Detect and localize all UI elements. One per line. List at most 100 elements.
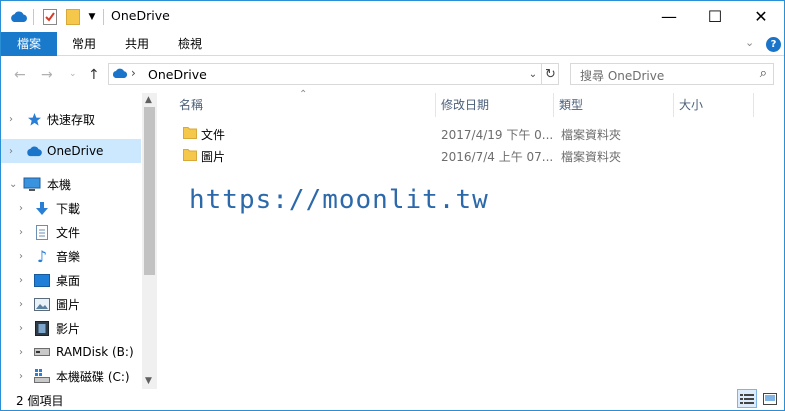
item-count: 2 個項目 (16, 394, 64, 408)
sidebar-item-label: 本機磁碟 (C:) (56, 369, 130, 384)
close-button[interactable]: ✕ (738, 1, 784, 32)
sidebar-item-label: 本機 (47, 177, 72, 192)
expand-chevron-icon[interactable]: › (19, 251, 23, 262)
scroll-up-arrow-icon[interactable]: ▲ (145, 95, 152, 105)
file-type: 檔案資料夾 (561, 128, 622, 142)
system-drive-icon (33, 368, 51, 384)
expand-chevron-icon[interactable]: › (19, 347, 23, 358)
sidebar-item-label: 快速存取 (47, 112, 96, 127)
folder-icon (183, 126, 197, 139)
file-name[interactable]: 文件 (201, 126, 225, 143)
status-bar: 2 個項目 (1, 389, 784, 410)
sidebar-item-downloads[interactable]: › 下載 (1, 196, 141, 220)
sidebar-item-label: 音樂 (56, 249, 81, 264)
scroll-down-arrow-icon[interactable]: ▼ (145, 376, 152, 386)
column-header-name[interactable]: 名稱 (173, 93, 435, 117)
table-row[interactable]: 圖片 2016/7/4 上午 07... 檔案資料夾 (179, 145, 649, 167)
sidebar-item-label: 桌面 (56, 273, 81, 288)
file-name[interactable]: 圖片 (201, 148, 225, 165)
search-input[interactable]: 搜尋 OneDrive (580, 67, 664, 84)
tab-share[interactable]: 共用 (111, 32, 163, 56)
sidebar-item-local-disk[interactable]: › 本機磁碟 (C:) (1, 364, 141, 388)
title-separator (103, 9, 104, 25)
sidebar-item-videos[interactable]: › 影片 (1, 316, 141, 340)
sidebar-item-ramdisk[interactable]: › RAMDisk (B:) (1, 340, 141, 364)
sidebar-item-quick-access[interactable]: › 快速存取 (1, 107, 141, 131)
navigation-pane: › 快速存取 › OneDrive ⌄ 本機 › 下載 › 文件 › ♪ 音樂 … (1, 93, 157, 389)
ribbon-tabs: 檔案 常用 共用 檢視 ⌄ (1, 32, 784, 56)
address-bar[interactable]: › OneDrive ⌄ ↻ (108, 63, 559, 85)
sidebar-item-documents[interactable]: › 文件 (1, 220, 141, 244)
collapse-chevron-icon[interactable]: ⌄ (9, 179, 17, 190)
tab-home[interactable]: 常用 (57, 32, 111, 56)
properties-checkmark-icon[interactable] (41, 8, 59, 26)
expand-chevron-icon[interactable]: › (19, 299, 23, 310)
minimize-button[interactable]: — (646, 1, 692, 32)
sidebar-item-label: 影片 (56, 321, 81, 336)
recent-locations-chevron-icon[interactable]: ⌄ (69, 69, 77, 79)
download-arrow-icon (33, 200, 51, 216)
nav-scrollbar[interactable]: ▲ ▼ (142, 93, 157, 389)
breadcrumb-onedrive[interactable]: OneDrive (148, 67, 207, 82)
tab-file[interactable]: 檔案 (1, 32, 57, 56)
sidebar-item-music[interactable]: › ♪ 音樂 (1, 244, 141, 268)
watermark-text: https://moonlit.tw (189, 185, 489, 215)
search-icon[interactable]: ⌕ (760, 66, 767, 81)
expand-chevron-icon[interactable]: › (19, 275, 23, 286)
music-note-icon: ♪ (36, 246, 48, 266)
title-bar: ▼ OneDrive — ☐ ✕ (1, 1, 784, 32)
search-box[interactable]: 搜尋 OneDrive ⌕ (570, 63, 774, 85)
expand-chevron-icon[interactable]: › (9, 146, 13, 157)
title-separator (33, 9, 34, 25)
column-header-type[interactable]: 類型 (553, 93, 673, 117)
sidebar-item-pictures[interactable]: › 圖片 (1, 292, 141, 316)
table-row[interactable]: 文件 2017/4/19 下午 0... 檔案資料夾 (179, 123, 649, 145)
file-modified: 2016/7/4 上午 07... (441, 150, 554, 164)
onedrive-cloud-icon (25, 143, 43, 159)
star-pin-icon (25, 111, 43, 127)
details-view-icon[interactable] (737, 389, 757, 408)
file-modified: 2017/4/19 下午 0... (441, 128, 554, 142)
sidebar-item-label: OneDrive (47, 144, 104, 158)
up-arrow-icon[interactable]: ↑ (88, 67, 100, 83)
sidebar-item-label: RAMDisk (B:) (56, 345, 134, 359)
expand-chevron-icon[interactable]: › (9, 114, 13, 125)
sidebar-item-label: 文件 (56, 225, 81, 240)
sidebar-item-label: 下載 (56, 201, 81, 216)
column-header-modified[interactable]: 修改日期 (435, 93, 553, 117)
breadcrumb-separator[interactable]: › (131, 66, 136, 80)
column-divider[interactable] (753, 93, 754, 117)
expand-chevron-icon[interactable]: › (19, 323, 23, 334)
desktop-icon (33, 272, 51, 288)
help-button[interactable]: ? (766, 37, 781, 52)
maximize-button[interactable]: ☐ (692, 1, 738, 32)
folder-icon (183, 148, 197, 161)
customize-toolbar-dropdown-icon[interactable]: ▼ (85, 8, 99, 26)
computer-icon (23, 176, 41, 192)
explorer-window: ▼ OneDrive — ☐ ✕ 檔案 常用 共用 檢視 ⌄ ? ← → ⌄ ↑… (0, 0, 785, 411)
sidebar-item-this-pc[interactable]: ⌄ 本機 (1, 172, 141, 196)
expand-chevron-icon[interactable]: › (19, 227, 23, 238)
back-arrow-icon[interactable]: ← (14, 67, 26, 83)
forward-arrow-icon[interactable]: → (41, 67, 53, 83)
window-title: OneDrive (111, 8, 170, 23)
onedrive-cloud-icon (112, 68, 128, 82)
file-list: ⌃ 名稱 修改日期 類型 大小 文件 2017/4/19 下午 0... 檔案資… (165, 89, 784, 389)
file-type: 檔案資料夾 (561, 150, 622, 164)
scroll-thumb[interactable] (144, 107, 155, 275)
new-folder-icon[interactable] (64, 8, 82, 26)
picture-icon (33, 296, 51, 312)
drive-icon (33, 344, 51, 360)
tab-view[interactable]: 檢視 (163, 32, 217, 56)
expand-ribbon-chevron-icon[interactable]: ⌄ (745, 36, 754, 49)
expand-chevron-icon[interactable]: › (19, 371, 23, 382)
expand-chevron-icon[interactable]: › (19, 203, 23, 214)
sidebar-item-desktop[interactable]: › 桌面 (1, 268, 141, 292)
refresh-icon[interactable]: ↻ (541, 64, 559, 84)
onedrive-cloud-icon (9, 8, 29, 26)
large-icons-view-icon[interactable] (760, 389, 780, 408)
column-header-size[interactable]: 大小 (673, 93, 753, 117)
address-history-dropdown-icon[interactable]: ⌄ (524, 64, 542, 84)
sidebar-item-onedrive[interactable]: › OneDrive (1, 139, 141, 163)
sidebar-item-label: 圖片 (56, 297, 81, 312)
